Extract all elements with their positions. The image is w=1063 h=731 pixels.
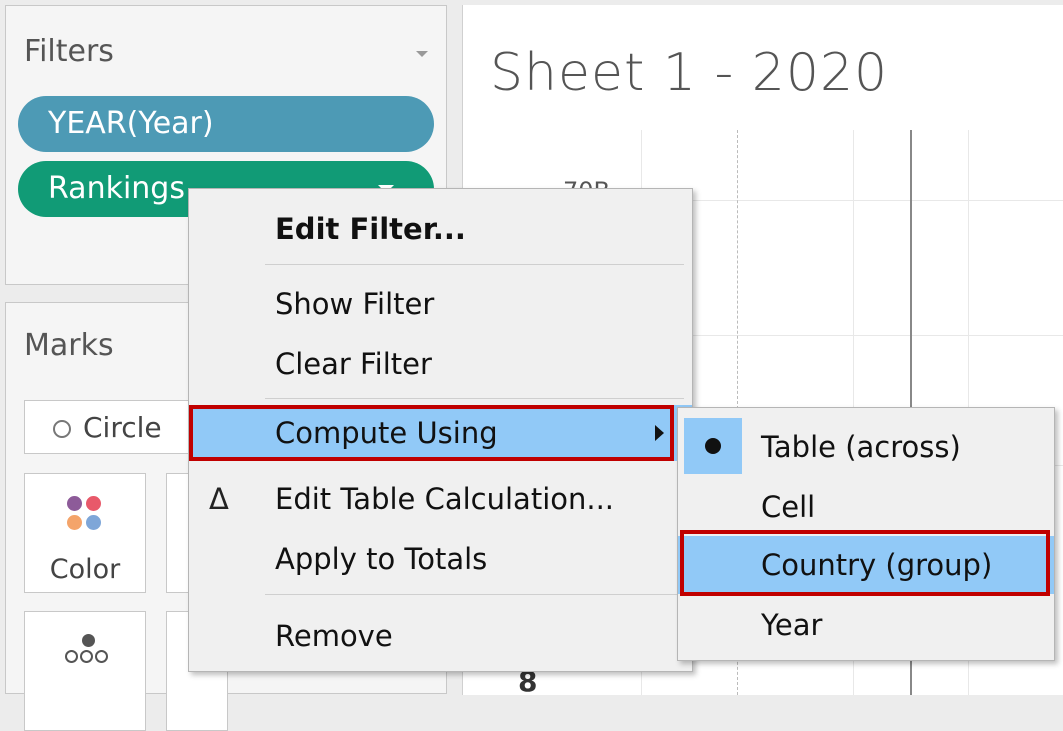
menu-item-label: Clear Filter [275, 347, 432, 381]
submenu-item-year[interactable]: Year [678, 596, 1054, 654]
compute-using-submenu: Table (across) Cell Country (group) Year [677, 407, 1055, 661]
menu-separator [265, 594, 684, 595]
rankings-filter-pill-label: Rankings [48, 171, 185, 206]
color-button[interactable]: Color [24, 473, 146, 593]
circle-icon [53, 420, 71, 438]
menu-item-show-filter[interactable]: Show Filter [189, 276, 692, 332]
color-palette-icon [67, 496, 103, 532]
menu-item-edit-filter[interactable]: Edit Filter... [189, 201, 692, 257]
delta-icon: Δ [209, 482, 229, 516]
menu-item-remove[interactable]: Remove [189, 608, 692, 664]
submenu-item-label: Table (across) [761, 430, 961, 464]
mark-type-label: Circle [83, 411, 162, 444]
menu-item-label: Apply to Totals [275, 542, 488, 576]
filters-title: Filters [24, 34, 114, 69]
submenu-item-label: Cell [761, 490, 816, 524]
menu-separator [265, 264, 684, 265]
filters-caret-icon[interactable] [416, 51, 428, 57]
highlight-outline [189, 405, 674, 461]
filter-context-menu: Edit Filter... Show Filter Clear Filter … [188, 188, 693, 672]
year-filter-pill[interactable]: YEAR(Year) [18, 96, 434, 152]
submenu-item-table-across[interactable]: Table (across) [678, 418, 1054, 476]
year-filter-pill-label: YEAR(Year) [48, 106, 214, 141]
sheet-title: Sheet 1 - 2020 [490, 43, 889, 103]
marks-title: Marks [24, 328, 114, 363]
menu-item-label: Remove [275, 619, 393, 653]
menu-item-label: Edit Table Calculation... [275, 482, 615, 516]
color-label: Color [49, 554, 121, 585]
menu-item-label: Edit Filter... [275, 212, 466, 246]
menu-item-label: Show Filter [275, 287, 435, 321]
detail-dots-icon [65, 634, 109, 670]
menu-item-apply-to-totals[interactable]: Apply to Totals [189, 531, 692, 587]
submenu-item-label: Year [761, 608, 823, 642]
highlight-outline [680, 530, 1050, 596]
menu-separator [265, 398, 684, 399]
menu-item-clear-filter[interactable]: Clear Filter [189, 336, 692, 392]
submenu-item-cell[interactable]: Cell [678, 478, 1054, 536]
detail-button[interactable] [24, 611, 146, 731]
menu-item-edit-table-calculation[interactable]: Δ Edit Table Calculation... [189, 471, 692, 527]
